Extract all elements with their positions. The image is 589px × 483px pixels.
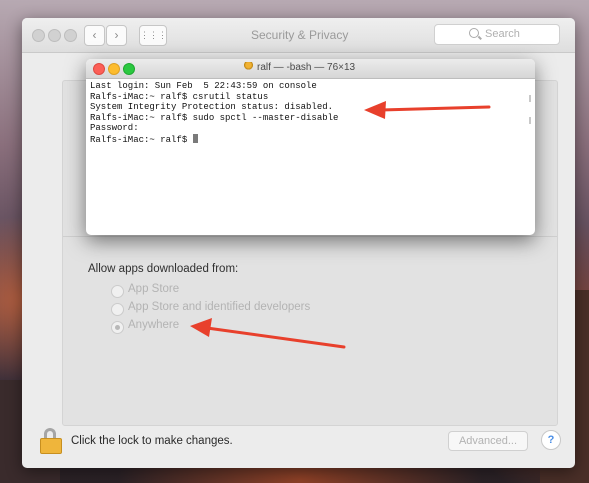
arrow-to-anywhere <box>190 318 346 349</box>
annotation-arrows <box>190 101 491 349</box>
arrow-to-sip-status <box>364 101 491 119</box>
